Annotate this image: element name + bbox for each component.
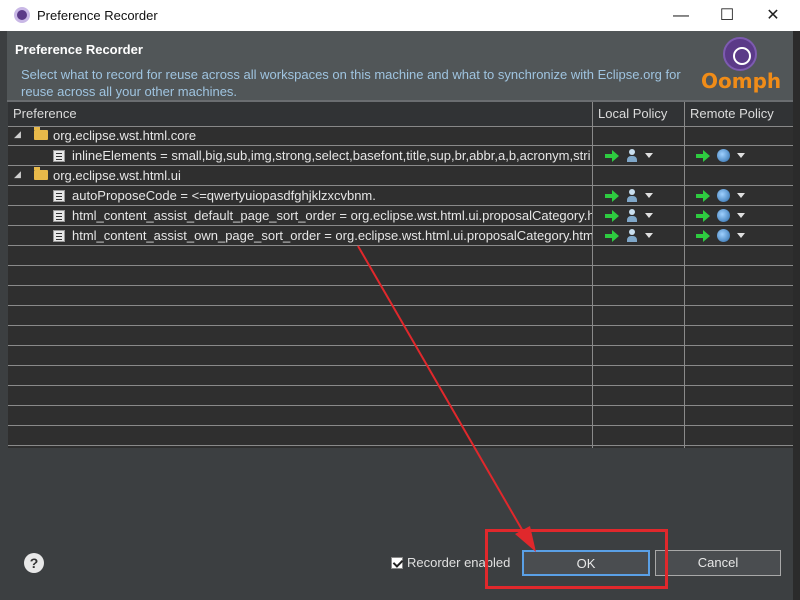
record-arrow-icon[interactable]: [605, 210, 619, 222]
column-divider: [684, 102, 685, 448]
window-right-edge: [793, 31, 800, 600]
remote-policy-dropdown-icon[interactable]: [737, 153, 745, 158]
empty-row: [8, 266, 794, 286]
group-label: org.eclipse.wst.html.core: [53, 128, 197, 143]
column-divider: [592, 102, 593, 448]
tree-row-preference[interactable]: inlineElements = small,big,sub,img,stron…: [8, 146, 794, 166]
globe-icon[interactable]: [717, 189, 730, 202]
tree-row-group[interactable]: ◢ org.eclipse.wst.html.core: [8, 126, 794, 146]
remote-policy-dropdown-icon[interactable]: [737, 213, 745, 218]
tree-row-group[interactable]: ◢ org.eclipse.wst.html.ui: [8, 166, 794, 186]
local-policy-dropdown-icon[interactable]: [645, 193, 653, 198]
minimize-button[interactable]: —: [658, 0, 704, 31]
column-header-preference[interactable]: Preference: [13, 106, 77, 121]
sync-arrow-icon[interactable]: [696, 190, 710, 202]
globe-icon[interactable]: [717, 209, 730, 222]
gear-icon: [723, 37, 757, 71]
record-arrow-icon[interactable]: [605, 150, 619, 162]
empty-row: [8, 406, 794, 426]
oomph-logo: Oomph: [699, 35, 789, 95]
empty-row: [8, 246, 794, 266]
oomph-logo-text: Oomph: [701, 69, 782, 93]
table-header: Preference Local Policy Remote Policy: [8, 102, 794, 127]
empty-row: [8, 366, 794, 386]
column-header-local-policy[interactable]: Local Policy: [598, 106, 667, 121]
title-bar: Preference Recorder — ☐ ✕: [0, 0, 800, 31]
globe-icon[interactable]: [717, 149, 730, 162]
tree-row-preference[interactable]: autoProposeCode = <=qwertyuiopasdfghjklz…: [8, 186, 794, 206]
local-policy-dropdown-icon[interactable]: [645, 213, 653, 218]
expand-toggle-icon[interactable]: ◢: [14, 169, 21, 180]
empty-row: [8, 326, 794, 346]
empty-row: [8, 426, 794, 446]
record-arrow-icon[interactable]: [605, 190, 619, 202]
user-icon[interactable]: [626, 209, 638, 223]
preference-icon: [53, 150, 65, 162]
preference-icon: [53, 210, 65, 222]
sync-arrow-icon[interactable]: [696, 230, 710, 242]
dialog-title: Preference Recorder: [15, 42, 143, 57]
tree-row-preference[interactable]: html_content_assist_default_page_sort_or…: [8, 206, 794, 226]
preference-label: html_content_assist_own_page_sort_order …: [72, 228, 592, 243]
cancel-button[interactable]: Cancel: [655, 550, 781, 576]
local-policy-dropdown-icon[interactable]: [645, 233, 653, 238]
sync-arrow-icon[interactable]: [696, 210, 710, 222]
annotation-highlight-box: [485, 529, 668, 589]
preference-icon: [53, 190, 65, 202]
empty-row: [8, 386, 794, 406]
preference-icon: [53, 230, 65, 242]
dialog-description: Select what to record for reuse across a…: [21, 67, 681, 99]
remote-policy-dropdown-icon[interactable]: [737, 233, 745, 238]
empty-row: [8, 306, 794, 326]
user-icon[interactable]: [626, 149, 638, 163]
local-policy-dropdown-icon[interactable]: [645, 153, 653, 158]
help-icon[interactable]: ?: [24, 553, 44, 573]
expand-toggle-icon[interactable]: ◢: [14, 129, 21, 140]
folder-icon: [34, 167, 48, 180]
recorder-enabled-checkbox[interactable]: [391, 557, 403, 569]
window-title: Preference Recorder: [37, 8, 158, 23]
preference-label: autoProposeCode = <=qwertyuiopasdfghjklz…: [72, 188, 376, 203]
preference-label: html_content_assist_default_page_sort_or…: [72, 208, 592, 223]
remote-policy-dropdown-icon[interactable]: [737, 193, 745, 198]
preference-table: Preference Local Policy Remote Policy ◢ …: [8, 102, 794, 448]
sync-arrow-icon[interactable]: [696, 150, 710, 162]
user-icon[interactable]: [626, 189, 638, 203]
dialog-header: Preference Recorder Select what to recor…: [7, 31, 793, 100]
empty-row: [8, 286, 794, 306]
record-arrow-icon[interactable]: [605, 230, 619, 242]
eclipse-icon: [14, 7, 30, 23]
group-label: org.eclipse.wst.html.ui: [53, 168, 181, 183]
close-button[interactable]: ✕: [750, 0, 796, 31]
empty-row: [8, 346, 794, 366]
column-header-remote-policy[interactable]: Remote Policy: [690, 106, 774, 121]
globe-icon[interactable]: [717, 229, 730, 242]
user-icon[interactable]: [626, 229, 638, 243]
maximize-button[interactable]: ☐: [704, 0, 750, 31]
preference-label: inlineElements = small,big,sub,img,stron…: [72, 148, 591, 163]
folder-icon: [34, 127, 48, 140]
tree-row-preference[interactable]: html_content_assist_own_page_sort_order …: [8, 226, 794, 246]
